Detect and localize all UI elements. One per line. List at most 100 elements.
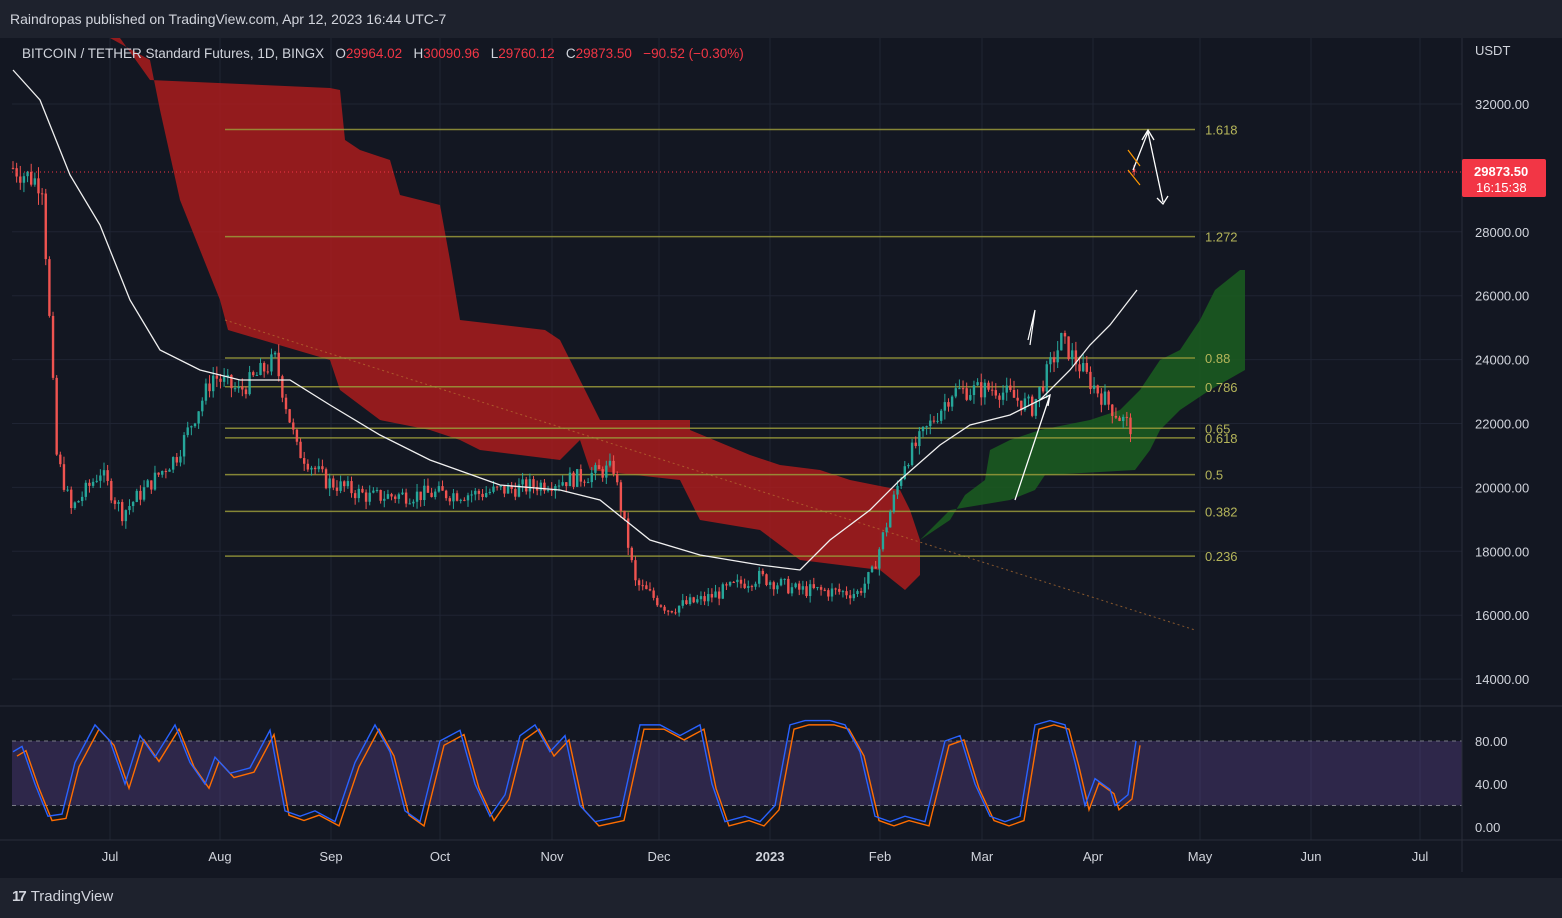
candle-body — [779, 579, 783, 586]
fib-label: 0.88 — [1205, 351, 1230, 366]
time-tick-label: Dec — [647, 849, 671, 864]
arrow-up-head — [1039, 393, 1051, 407]
time-tick-label: Aug — [208, 849, 231, 864]
candle-body — [867, 572, 870, 584]
candle-body — [659, 605, 663, 607]
candle-body — [1001, 392, 1005, 400]
candle-body — [88, 482, 91, 486]
candle-body — [299, 441, 302, 459]
candle-body — [244, 389, 248, 395]
candle-body — [19, 176, 22, 183]
candle-body — [175, 457, 178, 463]
candle-body — [182, 435, 186, 457]
candle-body — [725, 584, 728, 586]
candle-body — [66, 489, 69, 491]
currency-label: USDT — [1475, 43, 1511, 58]
last-price-text: 29873.50 — [1474, 164, 1528, 179]
candle-body — [1100, 393, 1103, 405]
candle-body — [492, 486, 495, 492]
candle-body — [521, 479, 524, 485]
change-value: −90.52 (−0.30%) — [643, 46, 744, 61]
projection-path — [1132, 129, 1164, 203]
stochastic-rsi-pane — [12, 719, 1462, 828]
time-tick-label: 2023 — [756, 849, 785, 864]
candle-body — [379, 490, 382, 501]
time-tick-label: Jun — [1301, 849, 1322, 864]
candle-body — [364, 492, 368, 502]
osc-tick-label: 80.00 — [1475, 734, 1508, 749]
candle-body — [303, 458, 306, 464]
candle-body — [455, 493, 459, 501]
candle-body — [1031, 396, 1034, 416]
candle-body — [849, 595, 852, 599]
candle-body — [787, 578, 790, 594]
fib-label: 0.618 — [1205, 431, 1238, 446]
candle-body — [397, 494, 401, 499]
candle-body — [972, 385, 976, 396]
candle-body — [237, 386, 240, 389]
candle-body — [179, 456, 182, 463]
candle-body — [1038, 386, 1041, 399]
candle-body — [426, 485, 430, 493]
candle-body — [619, 482, 623, 511]
candle-body — [1085, 363, 1088, 372]
candle-body — [965, 388, 968, 400]
candle-body — [958, 388, 961, 390]
candle-body — [415, 491, 419, 502]
symbol-legend[interactable]: BITCOIN / TETHER Standard Futures, 1D, B… — [22, 46, 744, 61]
candle-body — [896, 485, 899, 495]
candle-body — [765, 574, 768, 585]
candle-body — [423, 485, 426, 501]
candle-body — [681, 600, 684, 606]
candle-body — [987, 382, 990, 390]
candle-body — [605, 465, 608, 478]
candle-body — [878, 549, 881, 569]
candle-body — [1063, 333, 1067, 337]
candle-body — [546, 490, 550, 492]
candle-body — [383, 498, 386, 501]
candle-body — [386, 494, 390, 499]
candle-body — [481, 493, 484, 497]
candle-body — [37, 178, 40, 194]
candle-body — [750, 586, 754, 588]
fib-label: 1.272 — [1205, 230, 1238, 245]
candle-body — [55, 377, 58, 455]
candle-body — [164, 470, 168, 472]
candle-body — [834, 588, 837, 590]
candle-body — [437, 486, 441, 492]
candle-body — [859, 591, 863, 593]
candle-body — [579, 469, 583, 482]
candle-body — [124, 510, 128, 522]
candle-body — [121, 502, 124, 522]
candle-body — [328, 478, 331, 489]
candle-body — [586, 482, 590, 484]
candle-body — [321, 466, 324, 470]
candle-body — [313, 467, 317, 470]
candle-body — [663, 606, 666, 611]
candle-body — [26, 171, 29, 177]
candle-body — [572, 472, 575, 487]
candle-body — [852, 594, 856, 599]
candle-body — [95, 480, 98, 482]
candle-body — [641, 585, 644, 587]
time-tick-label: Jul — [1412, 849, 1429, 864]
candle-body — [637, 580, 641, 586]
candle-body — [273, 352, 277, 355]
candle-body — [667, 610, 670, 612]
candle-body — [976, 382, 979, 386]
price-chart[interactable]: 1.6181.2720.880.7860.650.6180.50.3820.23… — [0, 0, 1562, 918]
countdown-text: 16:15:38 — [1476, 180, 1527, 195]
candle-body — [590, 472, 593, 483]
candle-body — [161, 470, 164, 475]
candle-body — [463, 499, 466, 501]
price-tick-label: 26000.00 — [1475, 289, 1529, 304]
candle-body — [357, 488, 360, 499]
price-tick-label: 32000.00 — [1475, 97, 1529, 112]
candle-body — [241, 386, 244, 390]
time-tick-label: May — [1188, 849, 1213, 864]
candle-body — [139, 490, 142, 500]
candle-body — [84, 482, 87, 497]
candle-body — [601, 469, 604, 478]
candle-body — [394, 496, 397, 499]
candle-body — [674, 612, 677, 614]
